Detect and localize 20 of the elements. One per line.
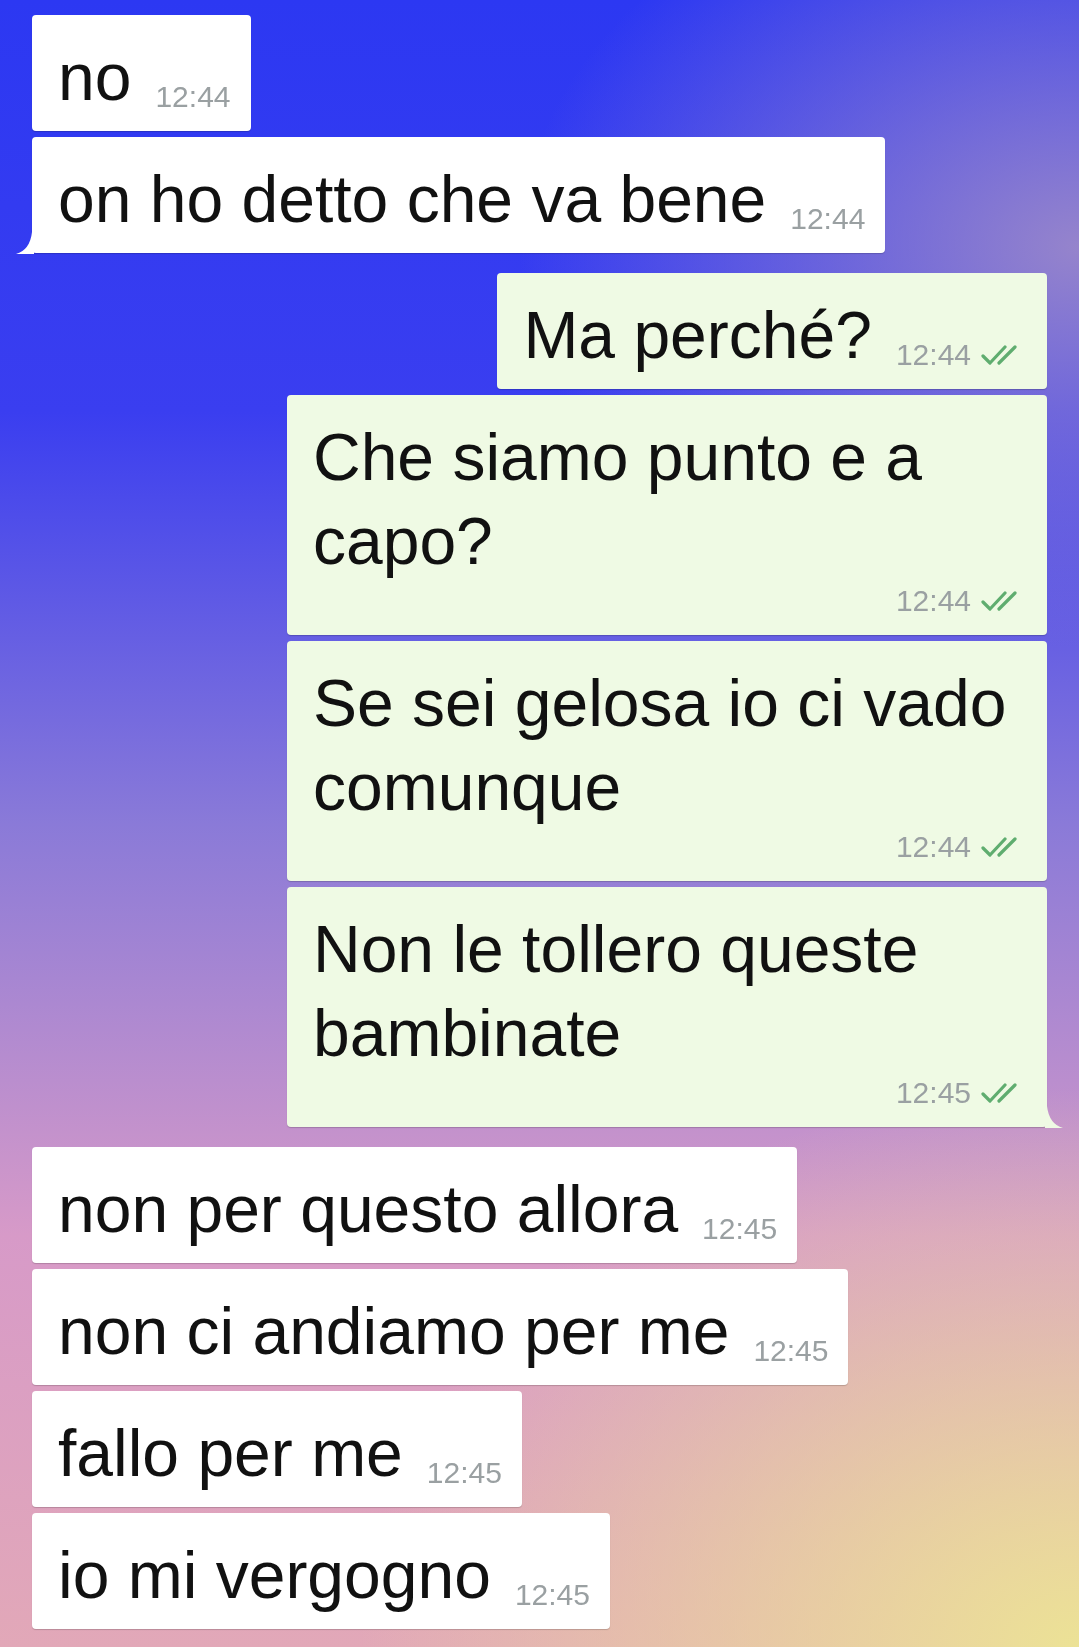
message-text: Se sei gelosa io ci vado comunque <box>313 665 1008 826</box>
message-text: no <box>58 39 132 116</box>
message-text: Ma perché? <box>523 297 872 374</box>
message-text: Non le tollero queste bambinate <box>313 911 920 1072</box>
message-text: io mi vergogno <box>58 1537 491 1614</box>
message-time: 12:45 <box>702 1211 778 1247</box>
message-text: non ci andiamo per me <box>58 1293 730 1370</box>
message-text: fallo per me <box>58 1415 403 1492</box>
message-time: 12:44 <box>895 337 971 373</box>
message-time: 12:44 <box>155 79 231 115</box>
message-text: non per questo allora <box>58 1171 679 1248</box>
message-time: 12:45 <box>753 1333 829 1369</box>
message-time: 12:45 <box>895 1075 971 1111</box>
message-text: Che siamo punto e a capo? <box>313 419 924 580</box>
message-time: 12:44 <box>895 583 971 619</box>
message-time: 12:45 <box>514 1577 590 1613</box>
message-time: 12:44 <box>790 201 866 237</box>
message-time: 12:44 <box>895 829 971 865</box>
message-time: 12:45 <box>426 1455 502 1491</box>
message-text: on ho detto che va bene <box>58 161 767 238</box>
